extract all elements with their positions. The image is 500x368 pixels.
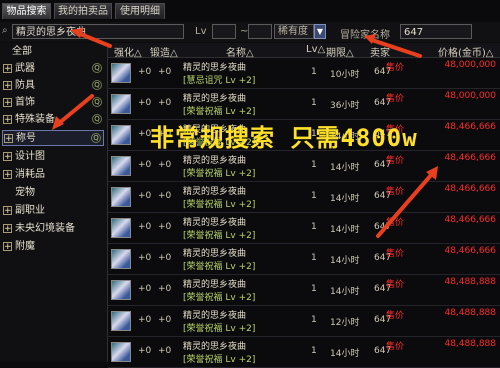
arrow-to-search (76, 31, 112, 48)
arrow-to-title (56, 94, 94, 126)
arrow-to-price (376, 172, 434, 238)
arrow-to-seller (370, 38, 422, 58)
annotation-arrows (52, 28, 438, 238)
